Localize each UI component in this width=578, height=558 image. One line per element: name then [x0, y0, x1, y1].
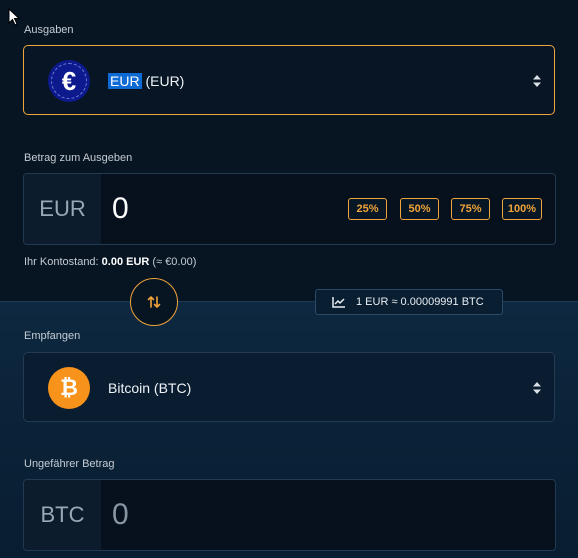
percent-100-button[interactable]: 100%: [502, 198, 542, 220]
spend-currency-name: EUR (EUR): [108, 73, 184, 89]
balance-text: Ihr Kontostand: 0.00 EUR (≈ €0.00): [24, 256, 196, 268]
exchange-rate-text: 1 EUR ≈ 0.00009991 BTC: [356, 296, 484, 308]
percent-25-button[interactable]: 25%: [348, 198, 387, 220]
receive-amount-label: Ungefährer Betrag: [24, 458, 115, 470]
swap-arrows-icon: [147, 296, 161, 308]
spend-currency-rest: (EUR): [141, 73, 185, 89]
dropdown-arrows-icon: [533, 382, 541, 394]
receive-amount-input[interactable]: [112, 480, 312, 550]
exchange-rate-badge: 1 EUR ≈ 0.00009991 BTC: [315, 289, 503, 315]
mouse-cursor-icon: [8, 8, 20, 26]
spend-currency-tag: EUR: [24, 174, 101, 244]
swap-currencies-button[interactable]: [130, 278, 178, 326]
balance-prefix: Ihr Kontostand:: [24, 256, 102, 268]
receive-label: Empfangen: [24, 330, 81, 342]
chart-icon: [332, 297, 345, 308]
spend-amount-field: EUR 25% 50% 75% 100%: [23, 173, 556, 245]
balance-approx: (≈ €0.00): [149, 256, 197, 268]
euro-icon: €: [48, 60, 90, 102]
receive-currency-tag: BTC: [24, 480, 101, 550]
percent-50-button[interactable]: 50%: [400, 198, 439, 220]
receive-currency-select[interactable]: ₿ Bitcoin (BTC): [23, 352, 555, 422]
balance-amount: 0.00 EUR: [101, 256, 150, 268]
spend-label: Ausgaben: [24, 24, 74, 36]
spend-amount-input[interactable]: [112, 174, 312, 244]
spend-amount-label: Betrag zum Ausgeben: [24, 152, 133, 164]
percent-75-button[interactable]: 75%: [451, 198, 490, 220]
receive-currency-name: Bitcoin (BTC): [108, 380, 192, 396]
dropdown-arrows-icon: [533, 75, 541, 87]
receive-amount-field: BTC: [23, 479, 556, 551]
spend-currency-select[interactable]: € EUR (EUR): [23, 45, 555, 115]
bitcoin-icon: ₿: [48, 367, 90, 409]
selected-currency-code: EUR: [108, 73, 142, 89]
